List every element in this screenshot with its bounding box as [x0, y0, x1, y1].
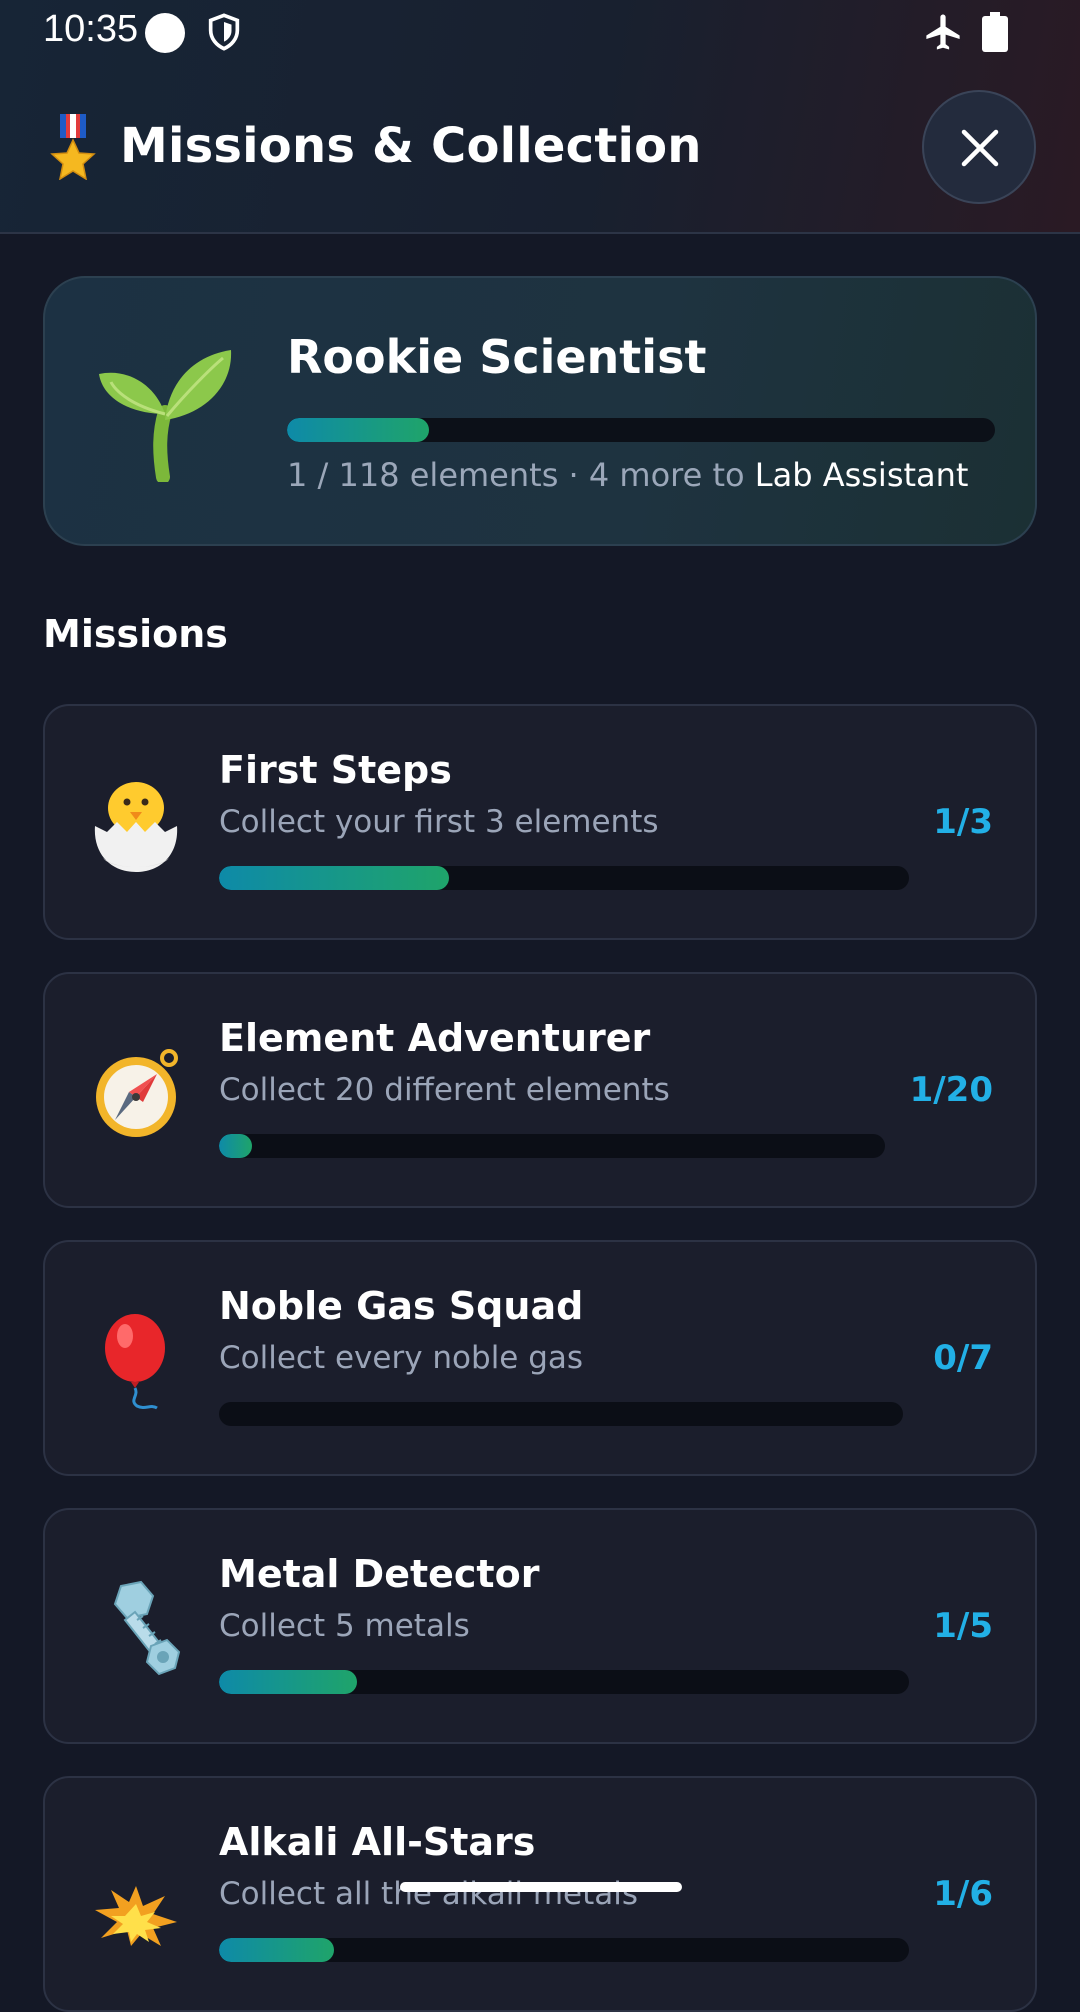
mission-title: Metal Detector [219, 1552, 540, 1596]
rank-progress-count: 1 / 118 elements · 4 more to [287, 456, 755, 494]
bolt-nut-icon [113, 1580, 181, 1676]
mission-title: Alkali All-Stars [219, 1820, 536, 1864]
mission-progress-bar [219, 1938, 909, 1962]
home-indicator[interactable] [400, 1882, 682, 1892]
mission-progress-fill [219, 1670, 357, 1694]
shield-icon [208, 13, 240, 51]
mission-progress-fill [219, 1134, 253, 1158]
mission-count: 1/20 [909, 1070, 993, 1110]
mission-progress-bar [219, 1670, 909, 1694]
mission-count: 1/3 [933, 802, 993, 842]
explosion-icon [95, 1886, 177, 1946]
mission-card[interactable]: First Steps Collect your first 3 element… [43, 704, 1037, 940]
close-icon [961, 129, 999, 167]
mission-card[interactable]: Noble Gas Squad Collect every noble gas … [43, 1240, 1037, 1476]
seedling-icon [99, 350, 232, 482]
rank-progress-bar [287, 418, 995, 442]
mission-count: 1/5 [933, 1606, 993, 1646]
close-button[interactable] [922, 90, 1036, 204]
next-rank-name: Lab Assistant [754, 456, 969, 494]
rank-progress-text: 1 / 118 elements · 4 more to Lab Assista… [287, 456, 968, 494]
airplane-mode-icon [926, 14, 960, 50]
mission-description: Collect 5 metals [219, 1608, 470, 1644]
header: Missions & Collection [0, 62, 1080, 234]
mission-progress-fill [219, 1938, 335, 1962]
balloon-icon [105, 1314, 165, 1410]
mission-title: Element Adventurer [219, 1016, 651, 1060]
status-time: 10:35 [43, 8, 139, 50]
hatching-chick-icon [94, 782, 178, 872]
mission-progress-bar [219, 1402, 903, 1426]
military-medal-icon [50, 114, 96, 180]
status-bar: 10:35 [0, 0, 1080, 62]
mission-title: Noble Gas Squad [219, 1284, 584, 1328]
page-title: Missions & Collection [120, 118, 702, 174]
notification-dot-icon [145, 13, 185, 53]
mission-description: Collect every noble gas [219, 1340, 584, 1376]
rank-progress-fill [287, 418, 429, 442]
mission-progress-bar [219, 866, 909, 890]
mission-count: 0/7 [933, 1338, 993, 1378]
mission-description: Collect your first 3 elements [219, 804, 659, 840]
mission-card[interactable]: Element Adventurer Collect 20 different … [43, 972, 1037, 1208]
mission-count: 1/6 [933, 1874, 993, 1914]
mission-title: First Steps [219, 748, 452, 792]
mission-card[interactable]: Alkali All-Stars Collect all the alkali … [43, 1776, 1037, 2012]
mission-card[interactable]: Metal Detector Collect 5 metals 1/5 [43, 1508, 1037, 1744]
mission-progress-fill [219, 866, 449, 890]
battery-icon [982, 12, 1008, 52]
rank-title: Rookie Scientist [287, 330, 707, 384]
mission-progress-bar [219, 1134, 885, 1158]
missions-heading: Missions [43, 612, 228, 656]
mission-description: Collect 20 different elements [219, 1072, 670, 1108]
rank-card: Rookie Scientist 1 / 118 elements · 4 mo… [43, 276, 1037, 546]
compass-icon [96, 1049, 178, 1137]
